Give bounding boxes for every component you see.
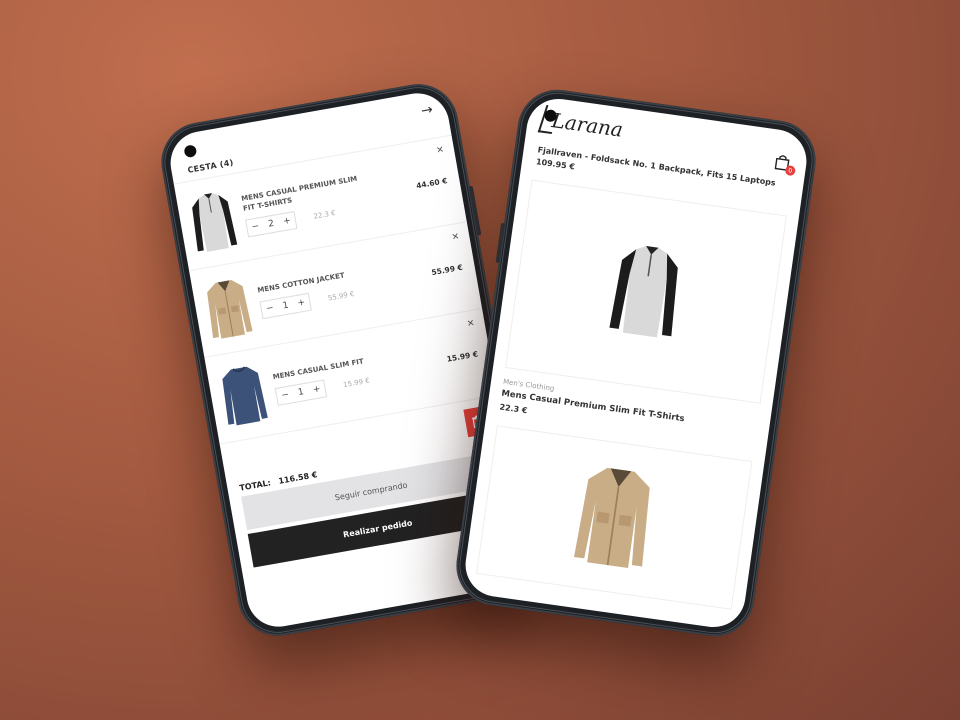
shop-screen: Larana 0 Fjallraven - Foldsack No. 1 Bac… <box>461 94 811 632</box>
total-label: TOTAL: <box>238 478 272 493</box>
quantity-value: 2 <box>267 219 275 230</box>
increase-button[interactable]: + <box>278 215 295 228</box>
arrow-right-icon[interactable]: → <box>420 102 434 120</box>
close-icon[interactable]: ✕ <box>436 145 445 156</box>
power-button <box>468 185 482 236</box>
line-total: 44.60 € <box>415 176 449 191</box>
increase-button[interactable]: + <box>293 297 310 310</box>
decrease-button[interactable]: − <box>261 303 278 316</box>
quantity-value: 1 <box>282 300 290 312</box>
product-image-frame <box>505 179 787 404</box>
brand-logo[interactable]: Larana <box>550 108 624 142</box>
cart-title: CESTA (4) <box>186 157 235 175</box>
quantity-value: 1 <box>297 387 305 399</box>
jacket-image <box>207 279 253 339</box>
unit-price: 22.3 € <box>312 209 337 222</box>
product-card[interactable]: Men's Clothing Mens Casual Premium Slim … <box>499 179 787 448</box>
unit-price: 55.99 € <box>327 290 356 303</box>
volume-button <box>495 222 506 264</box>
phone-shop: Larana 0 Fjallraven - Foldsack No. 1 Bac… <box>451 84 821 642</box>
decrease-button[interactable]: − <box>247 221 264 234</box>
line-total: 15.99 € <box>446 349 479 364</box>
jacket-image <box>574 468 650 569</box>
quantity-stepper: − 1 + <box>259 293 312 320</box>
unit-price: 15.99 € <box>342 377 371 390</box>
next-product-card[interactable] <box>476 425 753 610</box>
close-icon[interactable]: ✕ <box>451 232 460 243</box>
increase-button[interactable]: + <box>308 384 325 397</box>
close-icon[interactable]: ✕ <box>466 319 475 330</box>
cart-count-badge: 0 <box>784 164 796 177</box>
line-total: 55.99 € <box>430 262 464 278</box>
longsleeve-image <box>222 365 268 425</box>
tshirt-image <box>609 246 678 338</box>
decrease-button[interactable]: − <box>277 390 294 403</box>
quantity-stepper: − 2 + <box>245 211 298 238</box>
quantity-stepper: − 1 + <box>274 379 328 407</box>
